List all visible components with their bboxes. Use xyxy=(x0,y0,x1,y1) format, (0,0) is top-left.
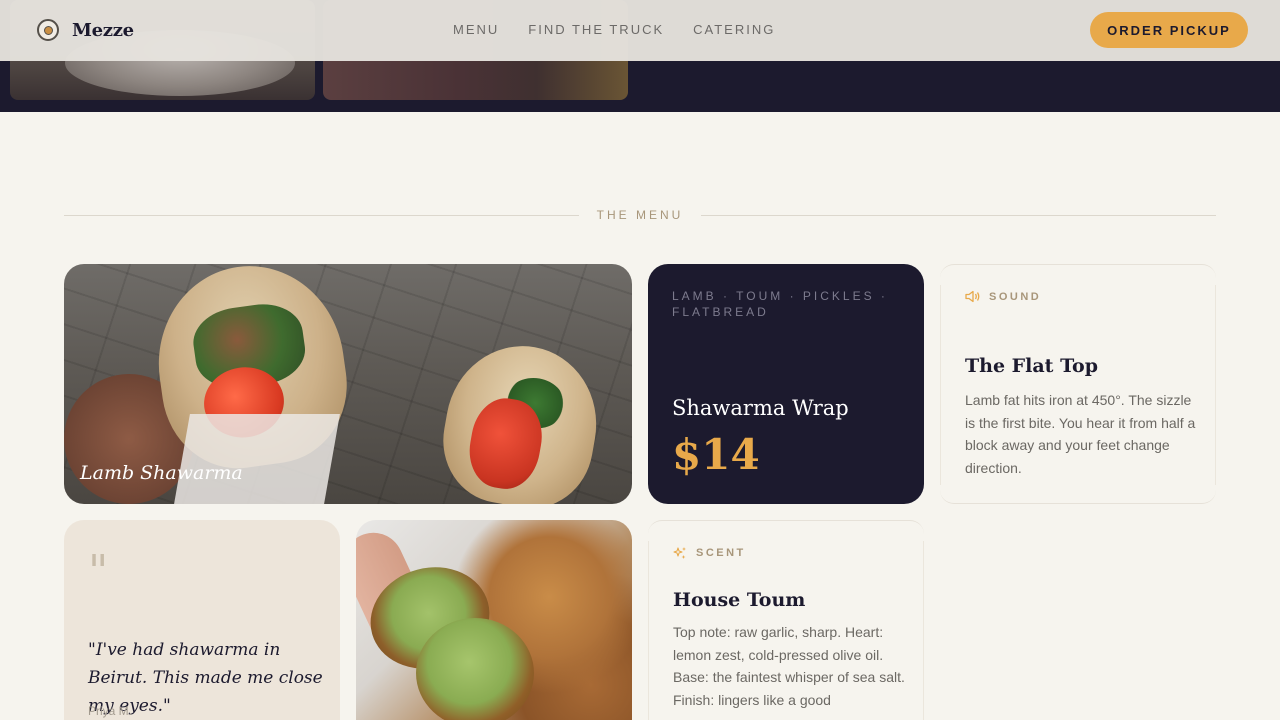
falafel-photo-card[interactable] xyxy=(356,520,632,720)
brand-name: Mezze xyxy=(72,19,134,41)
sense-description: Lamb fat hits iron at 450°. The sizzle i… xyxy=(965,392,1196,477)
logo-icon xyxy=(37,19,59,41)
speaker-icon xyxy=(965,290,980,303)
shawarma-wrap-price-card[interactable]: LAMB · TOUM · PICKLES · FLATBREAD Shawar… xyxy=(648,264,924,504)
divider xyxy=(701,214,1217,216)
sense-label: SCENT xyxy=(696,547,746,559)
photo-caption: Lamb Shawarma xyxy=(80,462,243,484)
testimonial-card: " "I've had shawarma in Beirut. This mad… xyxy=(64,520,340,720)
main-nav: MENU FIND THE TRUCK CATERING xyxy=(453,22,775,37)
nav-catering[interactable]: CATERING xyxy=(693,22,775,37)
section-title: THE MENU xyxy=(596,208,684,222)
order-pickup-button[interactable]: ORDER PICKUP xyxy=(1090,12,1248,48)
section-heading: THE MENU xyxy=(64,208,1217,222)
nav-find-the-truck[interactable]: FIND THE TRUCK xyxy=(528,22,664,37)
item-price: $14 xyxy=(672,430,760,479)
testimonial-author: Priya M. xyxy=(88,704,133,718)
nav-menu[interactable]: MENU xyxy=(453,22,499,37)
sparkle-icon xyxy=(673,547,686,559)
sense-label: SOUND xyxy=(989,290,1042,303)
sound-card: SOUND The Flat Top Lamb fat hits iron at… xyxy=(940,264,1216,504)
brand-logo[interactable]: Mezze xyxy=(37,19,134,41)
lamb-shawarma-photo-card[interactable]: Lamb Shawarma xyxy=(64,264,632,504)
ingredient-tags: LAMB · TOUM · PICKLES · FLATBREAD xyxy=(672,289,888,319)
sense-title: The Flat Top xyxy=(965,355,1098,377)
site-header: Mezze MENU FIND THE TRUCK CATERING ORDER… xyxy=(0,0,1280,61)
sense-title: House Toum xyxy=(673,589,806,611)
scent-card: SCENT House Toum Top note: raw garlic, s… xyxy=(648,520,924,720)
item-name: Shawarma Wrap xyxy=(672,396,849,420)
quote-icon: " xyxy=(88,546,109,597)
divider xyxy=(64,214,579,216)
sense-description: Top note: raw garlic, sharp. Heart: lemo… xyxy=(673,624,905,709)
